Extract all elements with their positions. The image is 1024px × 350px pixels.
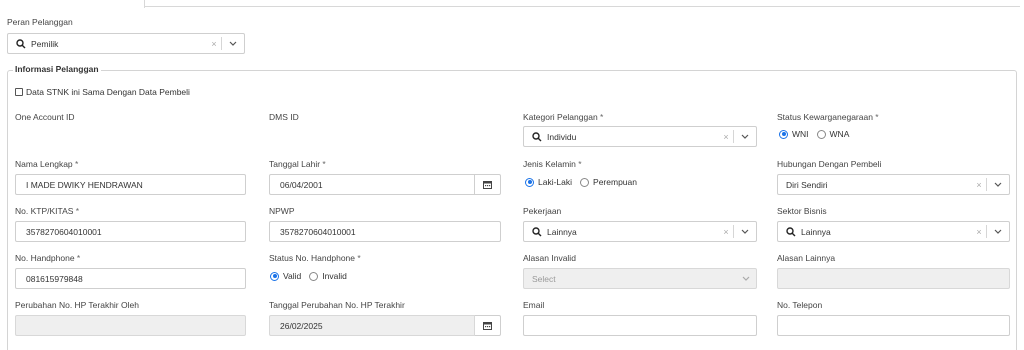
one-account-label: One Account ID: [15, 112, 75, 122]
radio-valid[interactable]: Valid: [270, 271, 301, 281]
email-input[interactable]: [523, 315, 757, 336]
sektor-label: Sektor Bisnis: [777, 206, 827, 216]
stnk-checkbox[interactable]: [15, 88, 23, 96]
alasan-invalid-placeholder: Select: [532, 273, 556, 284]
radio-wna[interactable]: WNA: [816, 129, 850, 139]
kewarganegaraan-label: Status Kewarganegaraan: [777, 112, 879, 122]
nama-label: Nama Lengkap: [15, 159, 78, 169]
telepon-input[interactable]: [777, 315, 1010, 336]
tanggal-lahir-input[interactable]: 06/04/2001: [269, 174, 475, 195]
calendar-icon[interactable]: [475, 315, 501, 336]
calendar-icon[interactable]: [475, 174, 501, 195]
nama-input[interactable]: I MADE DWIKY HENDRAWAN: [15, 174, 246, 195]
radio-label-invalid: Invalid: [322, 271, 347, 281]
radio-button-checked[interactable]: [270, 271, 279, 281]
radio-button[interactable]: [580, 177, 590, 187]
status-hp-radio-group: Valid Invalid: [270, 271, 355, 281]
hubungan-value: Diri Sendiri: [786, 179, 828, 190]
jenis-kelamin-label: Jenis Kelamin: [523, 159, 582, 169]
search-icon: [532, 131, 542, 141]
peran-label: Peran Pelanggan: [7, 17, 73, 27]
dms-label: DMS ID: [269, 112, 299, 122]
search-icon: [532, 226, 542, 236]
radio-label-valid: Valid: [283, 271, 302, 281]
radio-button-checked[interactable]: [525, 177, 534, 187]
pekerjaan-label: Pekerjaan: [523, 206, 562, 216]
kategori-value: Individu: [547, 131, 577, 142]
peran-value: Pemilik: [31, 38, 59, 49]
hubungan-select[interactable]: Diri Sendiri ×: [777, 174, 1010, 195]
jenis-kelamin-radio-group: Laki-Laki Perempuan: [525, 177, 645, 187]
hubungan-label: Hubungan Dengan Pembeli: [777, 159, 882, 169]
telepon-label: No. Telepon: [777, 300, 823, 310]
stnk-checkbox-row[interactable]: Data STNK ini Sama Dengan Data Pembeli: [15, 87, 190, 97]
alasan-invalid-select: Select: [523, 268, 757, 289]
email-label: Email: [523, 300, 545, 310]
top-tab-strip: [0, 0, 1024, 8]
npwp-label: NPWP: [269, 206, 295, 216]
perubahan-oleh-input: [15, 315, 246, 336]
sektor-value: Lainnya: [801, 226, 831, 237]
radio-button[interactable]: [816, 129, 826, 139]
chevron-down-icon[interactable]: [987, 229, 1009, 234]
ktp-label: No. KTP/KITAS: [15, 206, 79, 216]
radio-label-wna: WNA: [829, 129, 850, 139]
clear-icon[interactable]: ×: [207, 39, 221, 49]
radio-perempuan[interactable]: Perempuan: [580, 177, 637, 187]
radio-button-checked[interactable]: [779, 129, 788, 139]
radio-laki-laki[interactable]: Laki-Laki: [525, 177, 572, 187]
perubahan-oleh-label: Perubahan No. HP Terakhir Oleh: [15, 300, 139, 310]
radio-label-wni: WNI: [792, 129, 809, 139]
ktp-input[interactable]: 3578270604010001: [15, 221, 246, 242]
search-icon: [16, 38, 26, 48]
active-tab[interactable]: [0, 0, 145, 8]
section-title: Informasi Pelanggan: [13, 64, 101, 74]
pekerjaan-select[interactable]: Lainnya ×: [523, 221, 757, 242]
alasan-lainnya-input: [777, 268, 1010, 289]
chevron-down-icon[interactable]: [222, 41, 244, 46]
clear-icon[interactable]: ×: [719, 132, 733, 142]
sektor-select[interactable]: Lainnya ×: [777, 221, 1010, 242]
search-icon: [786, 226, 796, 236]
chevron-down-icon[interactable]: [987, 182, 1009, 187]
npwp-input[interactable]: 3578270604010001: [269, 221, 501, 242]
handphone-label: No. Handphone: [15, 253, 80, 263]
kewarganegaraan-radio-group: WNI WNA: [779, 129, 857, 139]
chevron-down-icon[interactable]: [734, 229, 756, 234]
radio-button[interactable]: [309, 271, 319, 281]
chevron-down-icon[interactable]: [734, 134, 756, 139]
alasan-lainnya-label: Alasan Lainnya: [777, 253, 836, 263]
tanggal-perubahan-label: Tanggal Perubahan No. HP Terakhir: [269, 300, 405, 310]
radio-label-perempuan: Perempuan: [593, 177, 637, 187]
pekerjaan-value: Lainnya: [547, 226, 577, 237]
kategori-select[interactable]: Individu ×: [523, 126, 757, 147]
tanggal-lahir-label: Tanggal Lahir: [269, 159, 326, 169]
tanggal-perubahan-input: 26/02/2025: [269, 315, 475, 336]
peran-select[interactable]: Pemilik ×: [7, 33, 245, 54]
kategori-label: Kategori Pelanggan: [523, 112, 603, 122]
clear-icon[interactable]: ×: [972, 227, 986, 237]
alasan-invalid-label: Alasan Invalid: [523, 253, 576, 263]
radio-invalid[interactable]: Invalid: [309, 271, 347, 281]
chevron-down-icon: [736, 276, 756, 281]
stnk-checkbox-label: Data STNK ini Sama Dengan Data Pembeli: [26, 87, 190, 97]
tab-divider-line: [145, 6, 1020, 7]
clear-icon[interactable]: ×: [719, 227, 733, 237]
status-hp-label: Status No. Handphone: [269, 253, 361, 263]
clear-icon[interactable]: ×: [972, 180, 986, 190]
radio-label-laki-laki: Laki-Laki: [538, 177, 573, 187]
radio-wni[interactable]: WNI: [779, 129, 809, 139]
handphone-input[interactable]: 081615979848: [15, 268, 246, 289]
